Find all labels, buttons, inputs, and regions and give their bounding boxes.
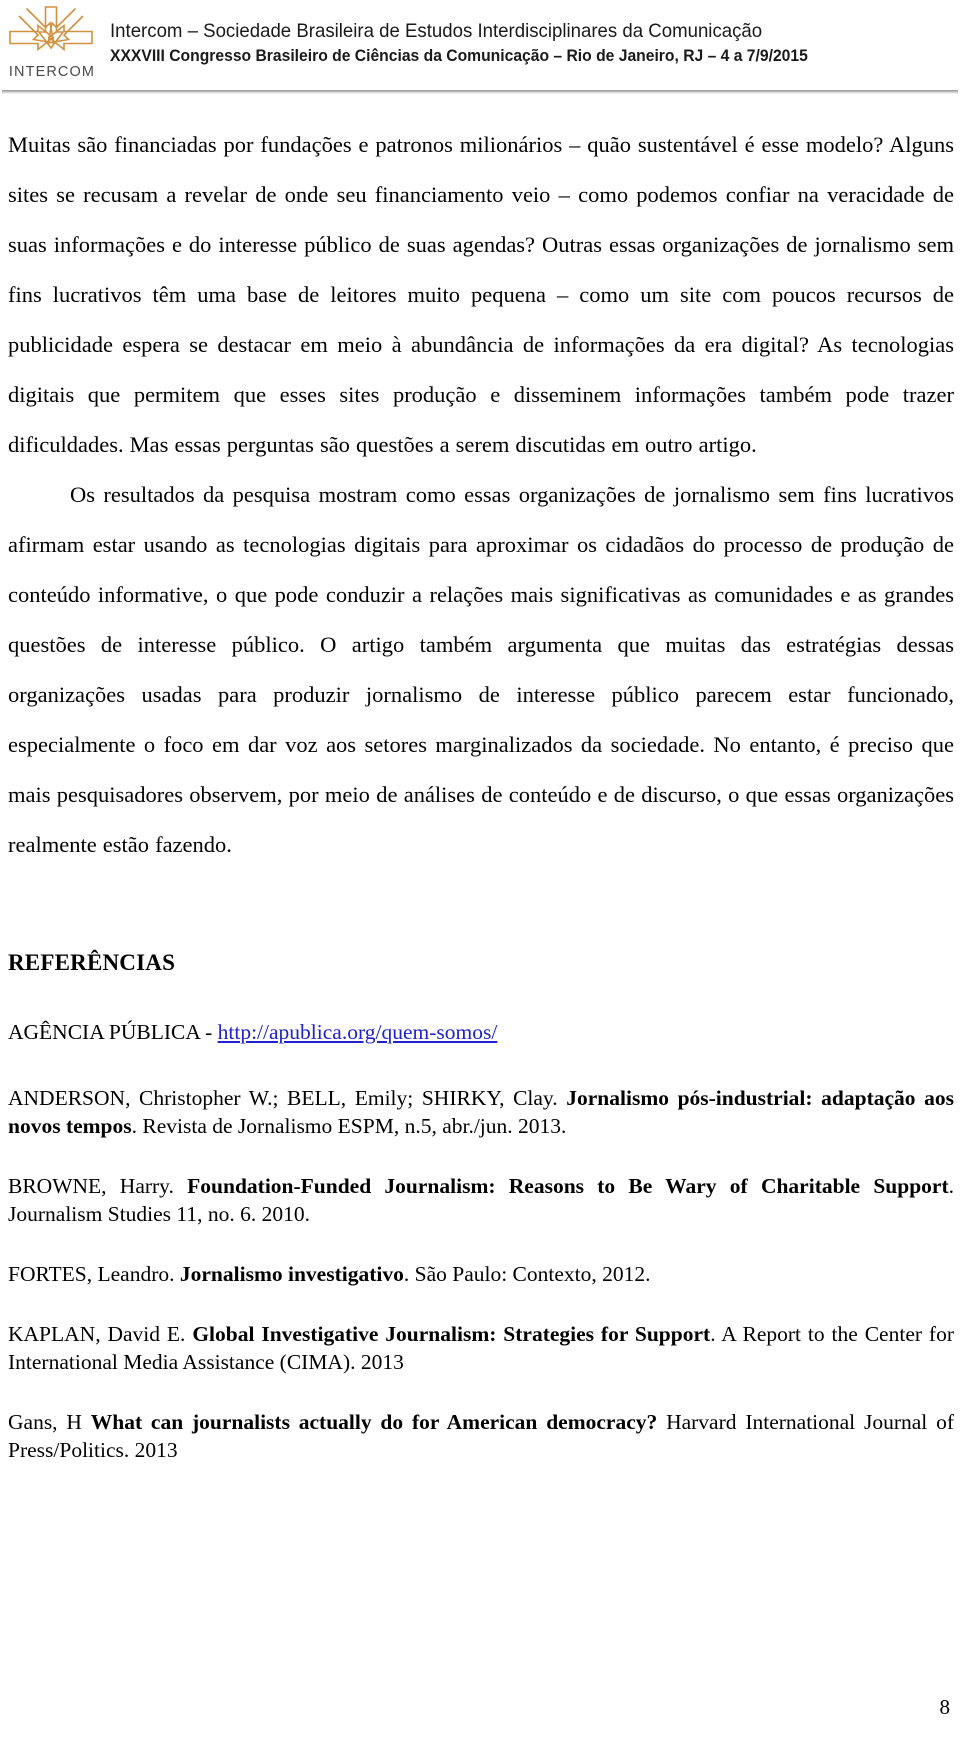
intercom-logo-icon xyxy=(9,6,93,52)
document-body: Muitas são financiadas por fundações e p… xyxy=(8,120,954,870)
intercom-logo: INTERCOM xyxy=(2,6,102,90)
reference-item-gans: Gans, H What can journalists actually do… xyxy=(8,1408,954,1464)
reference-item-agencia-publica: AGÊNCIA PÚBLICA - http://apublica.org/qu… xyxy=(8,1018,954,1046)
reference-title: What can journalists actually do for Ame… xyxy=(90,1410,658,1434)
reference-prefix: BROWNE, Harry. xyxy=(8,1174,188,1198)
page-header: INTERCOM Intercom – Sociedade Brasileira… xyxy=(0,0,960,94)
references-list: AGÊNCIA PÚBLICA - http://apublica.org/qu… xyxy=(8,1018,954,1496)
header-society-name: Intercom – Sociedade Brasileira de Estud… xyxy=(110,20,763,42)
reference-title: Global Investigative Journalism: Strateg… xyxy=(192,1322,711,1346)
header-title-block: Intercom – Sociedade Brasileira de Estud… xyxy=(110,18,955,68)
reference-item-browne: BROWNE, Harry. Foundation-Funded Journal… xyxy=(8,1172,954,1228)
intercom-logo-wordmark: INTERCOM xyxy=(8,64,96,80)
reference-suffix: . São Paulo: Contexto, 2012. xyxy=(403,1262,651,1286)
reference-item-anderson: ANDERSON, Christopher W.; BELL, Emily; S… xyxy=(8,1084,954,1140)
reference-prefix: ANDERSON, Christopher W.; BELL, Emily; S… xyxy=(8,1086,567,1110)
reference-suffix: . Revista de Jornalismo ESPM, n.5, abr./… xyxy=(131,1114,567,1138)
references-heading: REFERÊNCIAS xyxy=(8,950,176,975)
reference-prefix: FORTES, Leandro. xyxy=(8,1262,180,1286)
reference-item-fortes: FORTES, Leandro. Jornalismo investigativ… xyxy=(8,1260,954,1288)
header-congress-info: XXXVIII Congresso Brasileiro de Ciências… xyxy=(110,47,808,65)
reference-prefix: Gans, H xyxy=(8,1410,91,1434)
agencia-publica-link[interactable]: http://apublica.org/quem-somos/ xyxy=(218,1020,498,1044)
body-paragraph-1: Muitas são financiadas por fundações e p… xyxy=(8,132,954,457)
reference-title: Jornalismo investigativo xyxy=(179,1262,404,1286)
reference-item-kaplan: KAPLAN, David E. Global Investigative Jo… xyxy=(8,1320,954,1376)
reference-prefix: AGÊNCIA PÚBLICA - xyxy=(8,1020,218,1044)
reference-title: Foundation-Funded Journalism: Reasons to… xyxy=(187,1174,949,1198)
page-number: 8 xyxy=(939,1695,951,1719)
header-divider xyxy=(2,90,958,94)
body-paragraph-2: Os resultados da pesquisa mostram como e… xyxy=(8,482,954,857)
reference-prefix: KAPLAN, David E. xyxy=(8,1322,193,1346)
